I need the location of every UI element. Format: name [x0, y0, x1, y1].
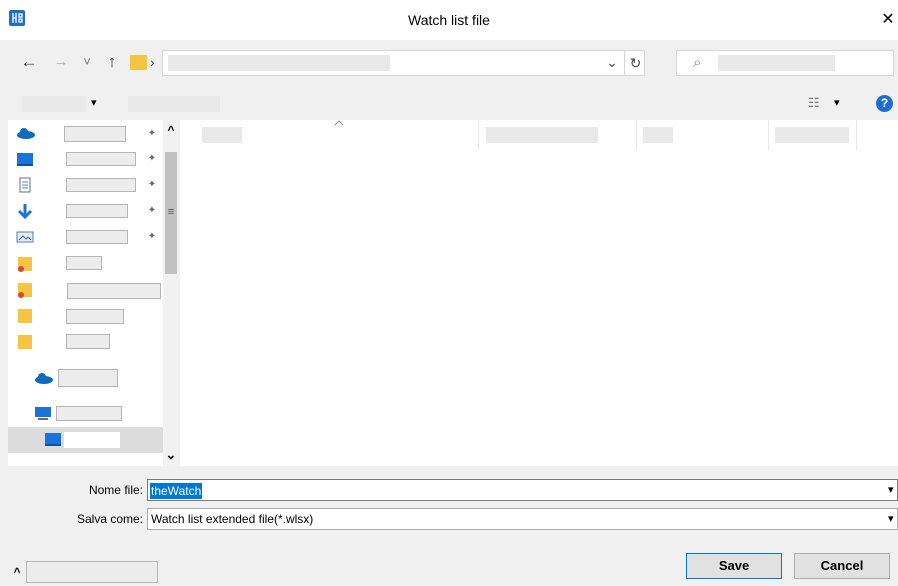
pin-icon: ✦: [147, 231, 157, 242]
search-icon: ⌕: [693, 54, 702, 71]
view-dropdown-icon[interactable]: ▾: [834, 95, 844, 111]
scroll-down-icon[interactable]: ⌄: [164, 448, 178, 463]
scroll-grip-icon: ≡: [167, 206, 175, 218]
organize-dropdown-icon[interactable]: ▾: [91, 95, 101, 111]
breadcrumb[interactable]: [168, 55, 390, 71]
folder-icon: [130, 55, 147, 70]
address-dropdown-button[interactable]: ⌄: [604, 52, 620, 74]
folder-icon: [16, 333, 34, 349]
column-header-name[interactable]: [202, 127, 242, 143]
folder-icon: [16, 307, 34, 323]
breadcrumb-separator[interactable]: ›: [150, 53, 160, 71]
desktop-icon: [16, 151, 34, 167]
back-button[interactable]: ←: [18, 51, 40, 73]
onedrive-icon: [34, 370, 53, 386]
nav-item-label: [66, 152, 136, 166]
pin-icon: ✦: [147, 179, 157, 190]
filename-input[interactable]: [147, 479, 898, 501]
pin-icon: ✦: [147, 205, 157, 216]
cancel-button[interactable]: Cancel: [794, 553, 890, 579]
pin-icon: ✦: [147, 128, 157, 139]
new-folder-button[interactable]: [128, 96, 220, 112]
organize-menu[interactable]: [22, 96, 86, 112]
recent-locations-button[interactable]: ˅: [80, 51, 94, 73]
nav-item-label: [67, 283, 161, 299]
column-divider[interactable]: [856, 120, 857, 150]
folder-icon: [16, 255, 34, 272]
nav-item-label: [66, 230, 128, 244]
up-button[interactable]: ↑: [102, 51, 122, 73]
column-header-size[interactable]: [775, 127, 849, 143]
onedrive-icon: [16, 125, 35, 141]
view-options-icon[interactable]: ☷: [808, 95, 824, 111]
forward-button[interactable]: →: [50, 51, 72, 73]
nav-item-label: [66, 256, 102, 270]
computer-icon: [34, 406, 52, 422]
filename-dropdown-icon[interactable]: ▾: [888, 482, 898, 498]
column-divider[interactable]: [768, 120, 769, 150]
save-button[interactable]: Save: [686, 553, 782, 579]
nav-item-label: [66, 178, 136, 192]
nav-item-label: [66, 334, 110, 349]
nav-item-label: [66, 204, 128, 218]
file-list[interactable]: [180, 120, 898, 466]
close-icon[interactable]: ✕: [878, 10, 898, 30]
nav-item-label: [66, 309, 124, 324]
savetype-label: Salva come:: [76, 512, 143, 526]
pictures-icon: [16, 229, 34, 245]
savetype-select[interactable]: Watch list extended file(*.wlsx): [147, 508, 898, 530]
window-title: Watch list file: [408, 12, 490, 28]
documents-icon: [16, 177, 34, 193]
download-icon: [16, 203, 34, 220]
savetype-value: Watch list extended file(*.wlsx): [151, 512, 314, 526]
filename-label: Nome file:: [88, 483, 143, 497]
refresh-button[interactable]: ↻: [624, 51, 646, 75]
hide-folders-button[interactable]: [26, 561, 158, 583]
pin-icon: ✦: [147, 153, 157, 164]
folder-icon: [16, 281, 34, 298]
column-divider[interactable]: [636, 120, 637, 150]
savetype-dropdown-icon[interactable]: ▾: [888, 511, 898, 527]
nav-item-label: [58, 369, 118, 387]
column-header-type[interactable]: [643, 127, 673, 143]
sort-ascending-icon: [333, 117, 345, 127]
search-placeholder: [718, 55, 835, 71]
nav-item-label: [64, 432, 120, 448]
desktop-icon: [44, 431, 62, 447]
scroll-up-icon[interactable]: ^: [164, 122, 178, 137]
filename-value: theWatch: [150, 483, 203, 499]
column-header-date[interactable]: [486, 127, 598, 143]
nav-item-label: [64, 126, 126, 142]
nav-item-label: [56, 406, 122, 421]
help-icon[interactable]: ?: [876, 95, 893, 112]
hide-folders-icon[interactable]: ^: [10, 562, 24, 579]
column-divider[interactable]: [478, 120, 479, 150]
